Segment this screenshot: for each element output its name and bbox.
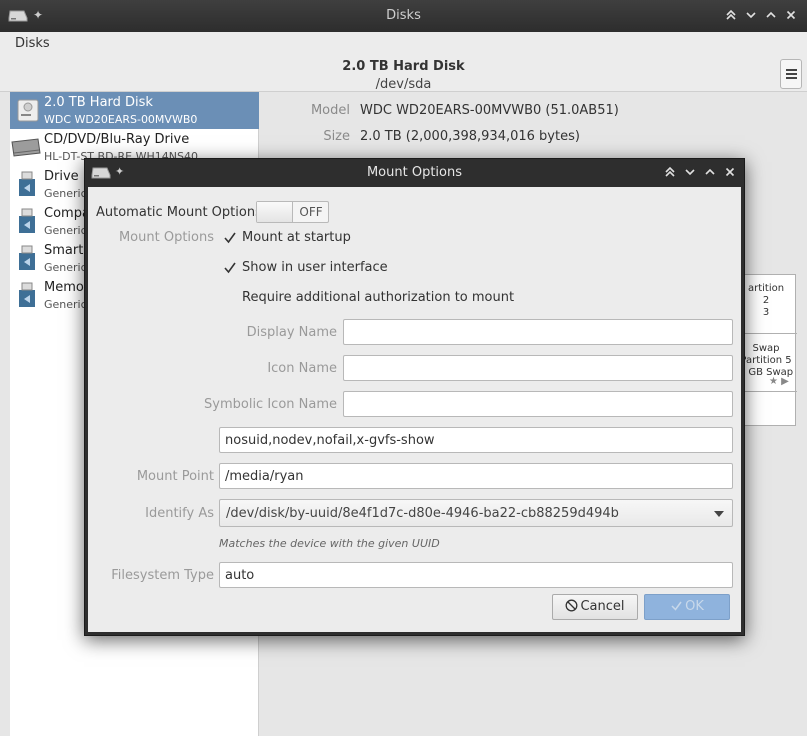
symbolic-icon-name-label: Symbolic Icon Name — [204, 397, 337, 412]
mount-point-value: /media/ryan — [225, 469, 304, 484]
identify-as-label: Identify As — [145, 506, 214, 521]
show-in-ui-checkbox[interactable] — [223, 261, 237, 275]
identify-as-value: /dev/disk/by-uuid/8e4f1d7c-d80e-4946-ba2… — [226, 506, 619, 521]
icon-name-input[interactable] — [343, 355, 733, 381]
mount-point-input[interactable]: /media/ryan — [219, 463, 733, 489]
display-name-input[interactable] — [343, 319, 733, 345]
dialog-body: Automatic Mount Options OFF Mount Option… — [88, 187, 741, 632]
hard-disk-icon — [17, 99, 39, 122]
flash-drive-icon — [19, 208, 35, 233]
filesystem-type-value: auto — [225, 568, 255, 583]
size-label: Size — [323, 129, 350, 144]
mount-options-dialog: ✦ Mount Options Automatic Mount Options … — [84, 158, 745, 636]
sidebar-item-label: Drive — [44, 169, 79, 184]
app-menu-button[interactable] — [780, 59, 802, 89]
filesystem-type-input[interactable]: auto — [219, 562, 733, 588]
close-icon[interactable] — [723, 164, 736, 180]
app-name-label: Disks — [15, 36, 50, 51]
dialog-title: Mount Options — [366, 165, 463, 180]
dropdown-arrow-icon — [714, 511, 724, 517]
flash-drive-icon — [19, 245, 35, 270]
cancel-icon — [566, 599, 578, 612]
sidebar-item-sublabel: Generic — [44, 224, 87, 237]
automatic-mount-switch[interactable]: OFF — [256, 201, 329, 223]
mount-point-label: Mount Point — [136, 469, 214, 484]
mount-options-string-value: nosuid,nodev,nofail,x-gvfs-show — [225, 433, 435, 448]
checkmark-icon — [224, 262, 236, 274]
size-value: 2.0 TB (2,000,398,934,016 bytes) — [360, 129, 580, 144]
require-auth-checkbox[interactable] — [223, 291, 237, 305]
sidebar-item-hard-disk[interactable]: 2.0 TB Hard Disk WDC WD20EARS-00MVWB0 — [10, 92, 259, 129]
mount-at-startup-checkbox[interactable] — [223, 231, 237, 245]
identify-as-hint: Matches the device with the given UUID — [219, 537, 440, 550]
shade-icon[interactable] — [724, 7, 737, 23]
window-titlebar[interactable]: ✦ Disks — [0, 0, 807, 32]
close-icon[interactable] — [784, 7, 797, 23]
maximize-icon[interactable] — [703, 164, 716, 180]
minimize-icon[interactable] — [744, 7, 757, 23]
symbolic-icon-name-input[interactable] — [343, 391, 733, 417]
sidebar-item-label: CD/DVD/Blu-Ray Drive — [44, 132, 190, 147]
sidebar-item-sublabel: WDC WD20EARS-00MVWB0 — [44, 113, 198, 126]
mount-options-string-input[interactable]: nosuid,nodev,nofail,x-gvfs-show — [219, 427, 733, 453]
identify-as-dropdown[interactable]: /dev/disk/by-uuid/8e4f1d7c-d80e-4946-ba2… — [219, 499, 733, 527]
ok-label: OK — [685, 599, 704, 614]
device-path: /dev/sda — [375, 77, 432, 92]
switch-state: OFF — [299, 205, 323, 219]
sidebar-item-label: Memor — [44, 280, 90, 295]
checkmark-icon — [671, 601, 682, 611]
ok-button[interactable]: OK — [644, 594, 730, 620]
model-label: Model — [310, 103, 350, 118]
mount-at-startup-label[interactable]: Mount at startup — [242, 230, 351, 245]
sidebar-item-sublabel: Generic — [44, 298, 87, 311]
sidebar-item-sublabel: Generic — [44, 261, 87, 274]
show-in-ui-label[interactable]: Show in user interface — [242, 260, 388, 275]
require-auth-label[interactable]: Require additional authorization to moun… — [242, 290, 514, 305]
flash-drive-icon — [19, 171, 35, 196]
automatic-mount-options-label: Automatic Mount Options — [96, 205, 262, 220]
dialog-titlebar[interactable]: ✦ Mount Options — [85, 159, 744, 187]
sidebar-item-label: 2.0 TB Hard Disk — [44, 95, 153, 110]
flash-drive-icon — [19, 282, 35, 307]
display-name-label: Display Name — [246, 325, 337, 340]
window-title: Disks — [386, 8, 421, 23]
star-icon: ★ ▶ — [769, 376, 789, 387]
model-value: WDC WD20EARS-00MVWB0 (51.0AB51) — [360, 103, 619, 118]
optical-drive-icon — [11, 138, 41, 157]
icon-name-label: Icon Name — [267, 361, 337, 376]
mount-options-label: Mount Options — [118, 230, 214, 245]
cancel-button[interactable]: Cancel — [552, 594, 638, 620]
cancel-label: Cancel — [580, 599, 625, 614]
device-title: 2.0 TB Hard Disk — [342, 59, 465, 74]
switch-knob[interactable] — [257, 202, 293, 222]
checkmark-icon — [224, 232, 236, 244]
shade-icon[interactable] — [663, 164, 676, 180]
minimize-icon[interactable] — [683, 164, 696, 180]
maximize-icon[interactable] — [764, 7, 777, 23]
filesystem-type-label: Filesystem Type — [111, 568, 214, 583]
header-bar: Disks 2.0 TB Hard Disk /dev/sda — [0, 32, 807, 92]
sidebar-item-sublabel: Generic — [44, 187, 87, 200]
